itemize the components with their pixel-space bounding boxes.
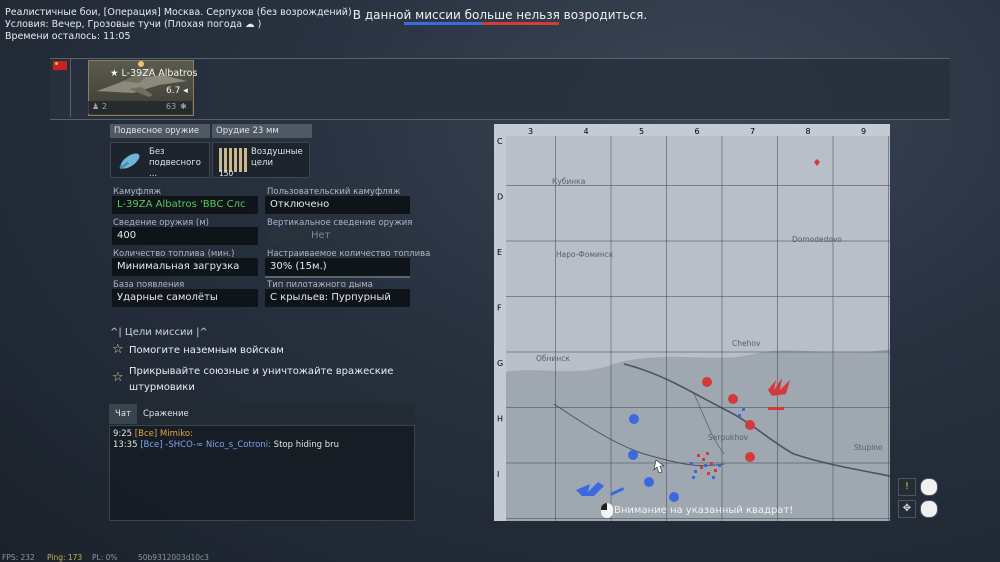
map-column-label: 3 xyxy=(528,127,533,136)
aircraft-card-footer: ♟ 2 63 ✱ xyxy=(88,101,192,114)
custom-fuel-slider[interactable] xyxy=(265,276,410,278)
suspended-weapon-select[interactable]: Без подвесного ... xyxy=(110,142,210,179)
session-id: 50b9312003d10c3 xyxy=(138,553,209,562)
cannon-ammo-select[interactable]: 150 Воздушные цели xyxy=(212,142,310,178)
move-map-button[interactable]: ✥ xyxy=(898,500,916,518)
fuel-select[interactable]: Минимальная загрузка xyxy=(112,258,258,276)
town-label: Chehov xyxy=(732,339,761,348)
aircraft-name: ★ L-39ZA Albatros xyxy=(110,68,198,79)
map-column-label: 6 xyxy=(695,127,700,136)
mouse-icon xyxy=(920,478,938,496)
map-column-label: 5 xyxy=(639,127,644,136)
map-column-label: 7 xyxy=(750,127,755,136)
time-left-label: Времени осталось: xyxy=(5,31,101,42)
suspended-weapon-line1: Без xyxy=(149,147,165,157)
time-left-line: Времени осталось: 11:05 xyxy=(5,31,131,42)
town-label: Serpukhov xyxy=(708,433,749,442)
tab-battle[interactable]: Сражение xyxy=(137,404,195,424)
cannon-belt-line1: Воздушные xyxy=(251,147,303,157)
map-row-label: G xyxy=(497,359,503,368)
objective-2-line1: Прикрывайте союзные и уничтожайте вражес… xyxy=(129,366,394,377)
cannon-belt-line2: цели xyxy=(251,158,273,168)
town-label: Stupino xyxy=(854,443,883,452)
map-row-label: D xyxy=(497,193,503,202)
ally-zone-marker xyxy=(628,450,638,460)
cannon-ammo-count: 150 xyxy=(219,169,234,178)
ally-zone-marker xyxy=(669,492,679,502)
objective-star-icon: ☆ xyxy=(112,370,124,385)
objective-star-icon: ☆ xyxy=(112,342,124,357)
ally-zone-marker xyxy=(629,414,639,424)
convergence-input[interactable]: 400 xyxy=(112,227,258,245)
map-canvas: 3 4 5 6 7 8 9 C D E F G H I Кубинка Наро-Фоминск Dom… xyxy=(494,124,890,521)
enemy-zone-marker xyxy=(702,377,712,387)
town-label: Обнинск xyxy=(536,354,570,363)
smoke-select[interactable]: С крыльев: Пурпурный xyxy=(265,289,410,307)
chat-message: 9:25 [Все] Mimiko: xyxy=(113,429,193,439)
slot-divider xyxy=(70,59,71,117)
map-row-label: H xyxy=(497,415,503,424)
time-left-value: 11:05 xyxy=(103,31,131,42)
tactical-map[interactable]: 3 4 5 6 7 8 9 C D E F G H I Кубинка Наро-Фоминск Dom… xyxy=(494,124,890,521)
map-row-label: I xyxy=(497,470,499,479)
objective-1: Помогите наземным войскам xyxy=(129,345,284,356)
team-score-bar xyxy=(404,22,559,25)
mouse-icon xyxy=(920,500,938,518)
objectives-title[interactable]: ^| Цели миссии |^ xyxy=(110,327,208,338)
enemy-zone-marker xyxy=(745,420,755,430)
empty-pylon-icon xyxy=(119,153,140,170)
chat-message: 13:35 [Все] -SHCO-∞ Nico_s_Cotroni: Stop… xyxy=(113,440,339,450)
town-label: Наро-Фоминск xyxy=(556,250,614,259)
town-label: Кубинка xyxy=(552,177,585,186)
camo-select[interactable]: L-39ZA Albatros 'ВВС Слс xyxy=(112,196,258,214)
objective-2-line2: штурмовики xyxy=(129,382,195,393)
ping-counter: Ping: 173 xyxy=(47,553,83,562)
map-column-label: 4 xyxy=(584,127,589,136)
vert-convergence-value: Нет xyxy=(311,230,331,241)
tab-chat[interactable]: Чат xyxy=(109,404,137,424)
enemy-zone-marker xyxy=(745,452,755,462)
chat-log[interactable]: 9:25 [Все] Mimiko: 13:35 [Все] -SHCO-∞ N… xyxy=(109,425,415,521)
tab-cannon[interactable]: Орудие 23 мм xyxy=(212,124,312,138)
custom-camo-select[interactable]: Отключено xyxy=(265,196,410,214)
respawn-banner: В данной миссии больше нельзя возродитьс… xyxy=(352,8,648,22)
suspended-weapon-line2: подвесного ... xyxy=(149,158,201,179)
map-row-label: E xyxy=(497,248,502,257)
repair-cost: 63 xyxy=(166,102,177,111)
crew-count: 2 xyxy=(102,102,108,111)
map-column-label: 8 xyxy=(806,127,811,136)
chat-tabs: Чат Сражение xyxy=(109,404,415,424)
mouse-icon xyxy=(601,503,613,518)
fps-counter: FPS: 232 xyxy=(2,553,35,562)
enemy-zone-marker xyxy=(728,394,738,404)
spawn-select[interactable]: Ударные самолёты xyxy=(112,289,258,307)
vert-convergence-toggle[interactable] xyxy=(267,230,307,242)
map-row-label: F xyxy=(497,304,502,313)
town-label: Domodedovo xyxy=(792,235,842,244)
custom-fuel-input[interactable]: 30% (15м.) xyxy=(265,258,410,276)
ping-map-button[interactable]: ! xyxy=(898,478,916,496)
vert-convergence-label: Вертикальное сведение оружия xyxy=(267,218,413,228)
map-warning: Внимание на указанный квадрат! xyxy=(614,505,794,516)
gear-icon: ✱ xyxy=(180,102,187,111)
tab-suspended-weapons[interactable]: Подвесное оружие xyxy=(110,124,210,138)
crew-icon: ♟ xyxy=(92,102,100,111)
map-row-label: C xyxy=(497,137,503,146)
ussr-flag-icon xyxy=(53,61,67,70)
packet-loss: PL: 0% xyxy=(92,553,118,562)
map-column-label: 9 xyxy=(861,127,866,136)
ally-zone-marker xyxy=(644,477,654,487)
battle-rating: 6.7 ◂ xyxy=(166,86,188,96)
